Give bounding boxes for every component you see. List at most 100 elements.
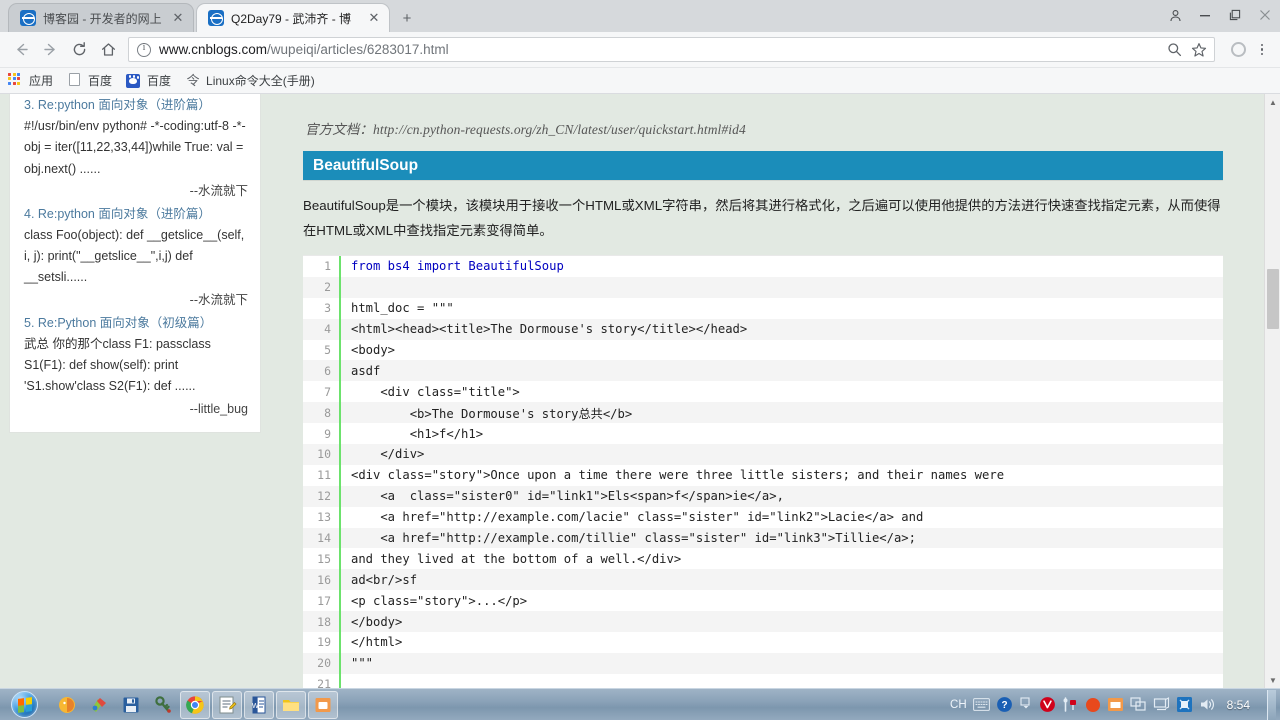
security-icon[interactable] bbox=[1176, 691, 1193, 719]
show-hidden-icons-icon[interactable] bbox=[1019, 691, 1033, 719]
code-line: 5<body> bbox=[303, 340, 1223, 361]
new-tab-button[interactable]: + bbox=[396, 8, 418, 30]
sogou-icon[interactable] bbox=[1039, 691, 1056, 719]
chrome-icon[interactable] bbox=[180, 691, 210, 719]
share-icon[interactable] bbox=[1130, 691, 1147, 719]
line-number: 4 bbox=[303, 322, 339, 336]
windows-logo-icon bbox=[11, 691, 38, 718]
back-button[interactable] bbox=[8, 37, 34, 63]
tux-icon: 令 bbox=[185, 73, 201, 89]
svg-text:W: W bbox=[252, 703, 259, 710]
volume-icon[interactable] bbox=[1199, 691, 1216, 719]
code-line: 13 <a href="http://example.com/lacie" cl… bbox=[303, 507, 1223, 528]
sidebar-comment-author: --水流就下 bbox=[24, 289, 248, 311]
code-line: 20""" bbox=[303, 653, 1223, 674]
bookmark-label: Linux命令大全(手册) bbox=[206, 72, 315, 89]
code-line: 3html_doc = """ bbox=[303, 298, 1223, 319]
tab-close-icon[interactable]: ✕ bbox=[367, 11, 381, 25]
code-text: <body> bbox=[341, 343, 395, 357]
page-viewport: 3. Re:python 面向对象（进阶篇） #!/usr/bin/env py… bbox=[0, 94, 1280, 688]
keyboard-icon[interactable] bbox=[973, 691, 990, 719]
sidebar-comment-author: --水流就下 bbox=[24, 180, 248, 202]
code-text: """ bbox=[341, 656, 373, 670]
line-number: 21 bbox=[303, 677, 339, 688]
sidebar-comment-body: class Foo(object): def __getslice__(self… bbox=[24, 225, 248, 289]
code-text: <div class="title"> bbox=[341, 385, 520, 399]
tools-icon[interactable] bbox=[1062, 691, 1079, 719]
save-icon[interactable] bbox=[116, 691, 146, 719]
search-icon[interactable] bbox=[1165, 41, 1183, 59]
network-icon[interactable] bbox=[1153, 691, 1170, 719]
profile-avatar[interactable] bbox=[1231, 42, 1246, 57]
show-desktop-button[interactable] bbox=[1267, 690, 1276, 720]
code-text: <a class="sister0" id="link1">Els<span>f… bbox=[341, 489, 784, 503]
bookmark-baidu-page[interactable]: 百度 bbox=[67, 72, 112, 89]
code-line: 16ad<br/>sf bbox=[303, 569, 1223, 590]
taskbar-clock[interactable]: 8:54 bbox=[1222, 698, 1259, 712]
tab-label: 博客园 - 开发者的网上 bbox=[43, 10, 165, 27]
forward-button[interactable] bbox=[37, 37, 63, 63]
chrome-menu-button[interactable] bbox=[1254, 44, 1270, 56]
code-line: 15and they lived at the bottom of a well… bbox=[303, 548, 1223, 569]
code-text: ad<br/>sf bbox=[341, 573, 417, 587]
code-text: <b>The Dormouse's story总共</b> bbox=[341, 404, 632, 422]
scroll-up-arrow[interactable]: ▲ bbox=[1265, 94, 1280, 110]
sidebar-comment-title[interactable]: 4. Re:python 面向对象（进阶篇） bbox=[24, 204, 248, 225]
line-number: 15 bbox=[303, 552, 339, 566]
bookmark-apps[interactable]: 应用 bbox=[8, 72, 53, 89]
bookmark-baidu[interactable]: 百度 bbox=[126, 72, 171, 89]
app-icon[interactable] bbox=[308, 691, 338, 719]
reload-button[interactable] bbox=[66, 37, 92, 63]
info-circle-icon[interactable] bbox=[137, 43, 151, 57]
folder-icon[interactable] bbox=[276, 691, 306, 719]
system-tray: CH ? bbox=[950, 690, 1280, 720]
tab-q2day79[interactable]: Q2Day79 - 武沛齐 - 博 ✕ bbox=[196, 3, 390, 32]
section-heading-beautifulsoup: BeautifulSoup bbox=[303, 151, 1223, 180]
line-number: 18 bbox=[303, 615, 339, 629]
code-line: 10 </div> bbox=[303, 444, 1223, 465]
account-avatar-icon[interactable] bbox=[1160, 0, 1190, 30]
minimize-button[interactable] bbox=[1190, 0, 1220, 30]
record-icon[interactable] bbox=[1085, 691, 1101, 719]
start-button[interactable] bbox=[2, 690, 46, 720]
sidebar-comment-item[interactable]: 5. Re:Python 面向对象（初级篇） 武总 你的那个class F1: … bbox=[24, 313, 248, 420]
official-doc-link[interactable]: 官方文档：http://cn.python-requests.org/zh_CN… bbox=[285, 94, 1240, 142]
tab-close-icon[interactable]: ✕ bbox=[171, 11, 185, 25]
word-icon[interactable]: W bbox=[244, 691, 274, 719]
page-scrollbar[interactable]: ▲ ▼ bbox=[1264, 94, 1280, 688]
paint-icon[interactable] bbox=[84, 691, 114, 719]
sidebar-comment-item[interactable]: 4. Re:python 面向对象（进阶篇） class Foo(object)… bbox=[24, 204, 248, 311]
window-icon[interactable] bbox=[1107, 691, 1124, 719]
sidebar-comment-body: 武总 你的那个class F1: passclass S1(F1): def s… bbox=[24, 334, 248, 398]
code-line: 17<p class="story">...</p> bbox=[303, 590, 1223, 611]
line-number: 14 bbox=[303, 531, 339, 545]
key-icon[interactable] bbox=[148, 691, 178, 719]
sidebar-comment-item[interactable]: 3. Re:python 面向对象（进阶篇） #!/usr/bin/env py… bbox=[24, 95, 248, 202]
code-line: 21 bbox=[303, 674, 1223, 688]
code-block[interactable]: 1from bs4 import BeautifulSoup 2 3html_d… bbox=[303, 255, 1223, 688]
code-line: 2 bbox=[303, 277, 1223, 298]
tab-favicon bbox=[20, 10, 36, 26]
sidebar-comment-author: --little_bug bbox=[24, 398, 248, 420]
code-line: 18</body> bbox=[303, 611, 1223, 632]
tab-blogs-home[interactable]: 博客园 - 开发者的网上 ✕ bbox=[8, 3, 194, 32]
star-icon[interactable] bbox=[1190, 41, 1208, 59]
line-number: 16 bbox=[303, 573, 339, 587]
window-controls bbox=[1160, 0, 1280, 30]
apps-grid-icon bbox=[8, 73, 24, 89]
close-button[interactable] bbox=[1250, 0, 1280, 30]
maximize-button[interactable] bbox=[1220, 0, 1250, 30]
thunder-icon[interactable] bbox=[52, 691, 82, 719]
sidebar-comment-title[interactable]: 3. Re:python 面向对象（进阶篇） bbox=[24, 95, 248, 116]
scroll-down-arrow[interactable]: ▼ bbox=[1265, 672, 1280, 688]
bookmark-linux-manual[interactable]: 令 Linux命令大全(手册) bbox=[185, 72, 315, 89]
address-bar[interactable]: www.cnblogs.com/wupeiqi/articles/6283017… bbox=[128, 37, 1215, 62]
sidebar-comment-title[interactable]: 5. Re:Python 面向对象（初级篇） bbox=[24, 313, 248, 334]
scrollbar-thumb[interactable] bbox=[1267, 269, 1279, 329]
code-text: and they lived at the bottom of a well.<… bbox=[341, 552, 681, 566]
home-button[interactable] bbox=[95, 37, 121, 63]
tab-strip: 博客园 - 开发者的网上 ✕ Q2Day79 - 武沛齐 - 博 ✕ + bbox=[0, 0, 1280, 32]
ime-language-indicator[interactable]: CH bbox=[950, 691, 967, 719]
help-icon[interactable]: ? bbox=[996, 691, 1013, 719]
notepad-icon[interactable] bbox=[212, 691, 242, 719]
